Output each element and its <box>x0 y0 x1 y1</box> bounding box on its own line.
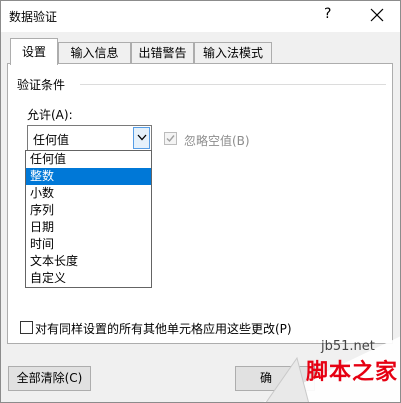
dropdown-option[interactable]: 时间 <box>26 236 151 253</box>
tab-settings-label: 设置 <box>21 45 46 59</box>
allow-combobox-value: 任何值 <box>33 133 70 147</box>
title-bar: 数据验证 ? <box>1 1 400 32</box>
checkmark-icon <box>166 135 175 143</box>
tab-input-message-label: 输入信息 <box>70 46 119 60</box>
dropdown-option[interactable]: 自定义 <box>26 270 151 287</box>
tab-settings[interactable]: 设置 <box>10 38 58 65</box>
group-divider <box>80 84 386 85</box>
watermark-site: jb51.net <box>321 339 375 354</box>
combobox-dropdown-button[interactable] <box>133 127 150 149</box>
help-button[interactable]: ? <box>324 6 331 22</box>
criteria-group-label: 验证条件 <box>17 78 66 92</box>
ignore-blank-checkbox[interactable] <box>164 132 177 145</box>
ignore-blank-label: 忽略空值(B) <box>184 134 250 148</box>
tab-ime-mode-label: 输入法模式 <box>202 46 263 60</box>
clear-all-button[interactable]: 全部清除(C) <box>8 366 91 391</box>
tab-ime-mode[interactable]: 输入法模式 <box>194 42 272 63</box>
apply-all-checkbox[interactable] <box>20 321 33 334</box>
watermark-brand: 脚本之家 <box>306 360 399 385</box>
close-icon <box>370 8 384 22</box>
tab-error-alert[interactable]: 出错警告 <box>131 42 194 63</box>
tab-error-alert-label: 出错警告 <box>138 46 187 60</box>
tab-input-message[interactable]: 输入信息 <box>58 42 131 63</box>
allow-dropdown-list: 任何值 整数 小数 序列 日期 时间 文本长度 自定义 <box>25 150 152 288</box>
allow-combobox[interactable]: 任何值 <box>27 125 152 151</box>
dialog-title: 数据验证 <box>9 10 58 24</box>
allow-label: 允许(A): <box>27 108 73 122</box>
site-watermark: jb51.net 脚本之家 <box>259 336 400 402</box>
dropdown-option[interactable]: 任何值 <box>26 151 151 168</box>
chevron-down-icon <box>137 134 146 141</box>
dropdown-option[interactable]: 小数 <box>26 185 151 202</box>
data-validation-dialog: 数据验证 ? 设置 输入信息 出错警告 输入法模式 验证条件 允许(A): 任何… <box>0 0 401 403</box>
dropdown-option[interactable]: 文本长度 <box>26 253 151 270</box>
dropdown-option[interactable]: 日期 <box>26 219 151 236</box>
close-button[interactable] <box>365 3 389 27</box>
dropdown-option[interactable]: 序列 <box>26 202 151 219</box>
dropdown-option-highlighted[interactable]: 整数 <box>26 168 151 185</box>
apply-all-label: 对有同样设置的所有其他单元格应用这些更改(P) <box>35 322 292 336</box>
